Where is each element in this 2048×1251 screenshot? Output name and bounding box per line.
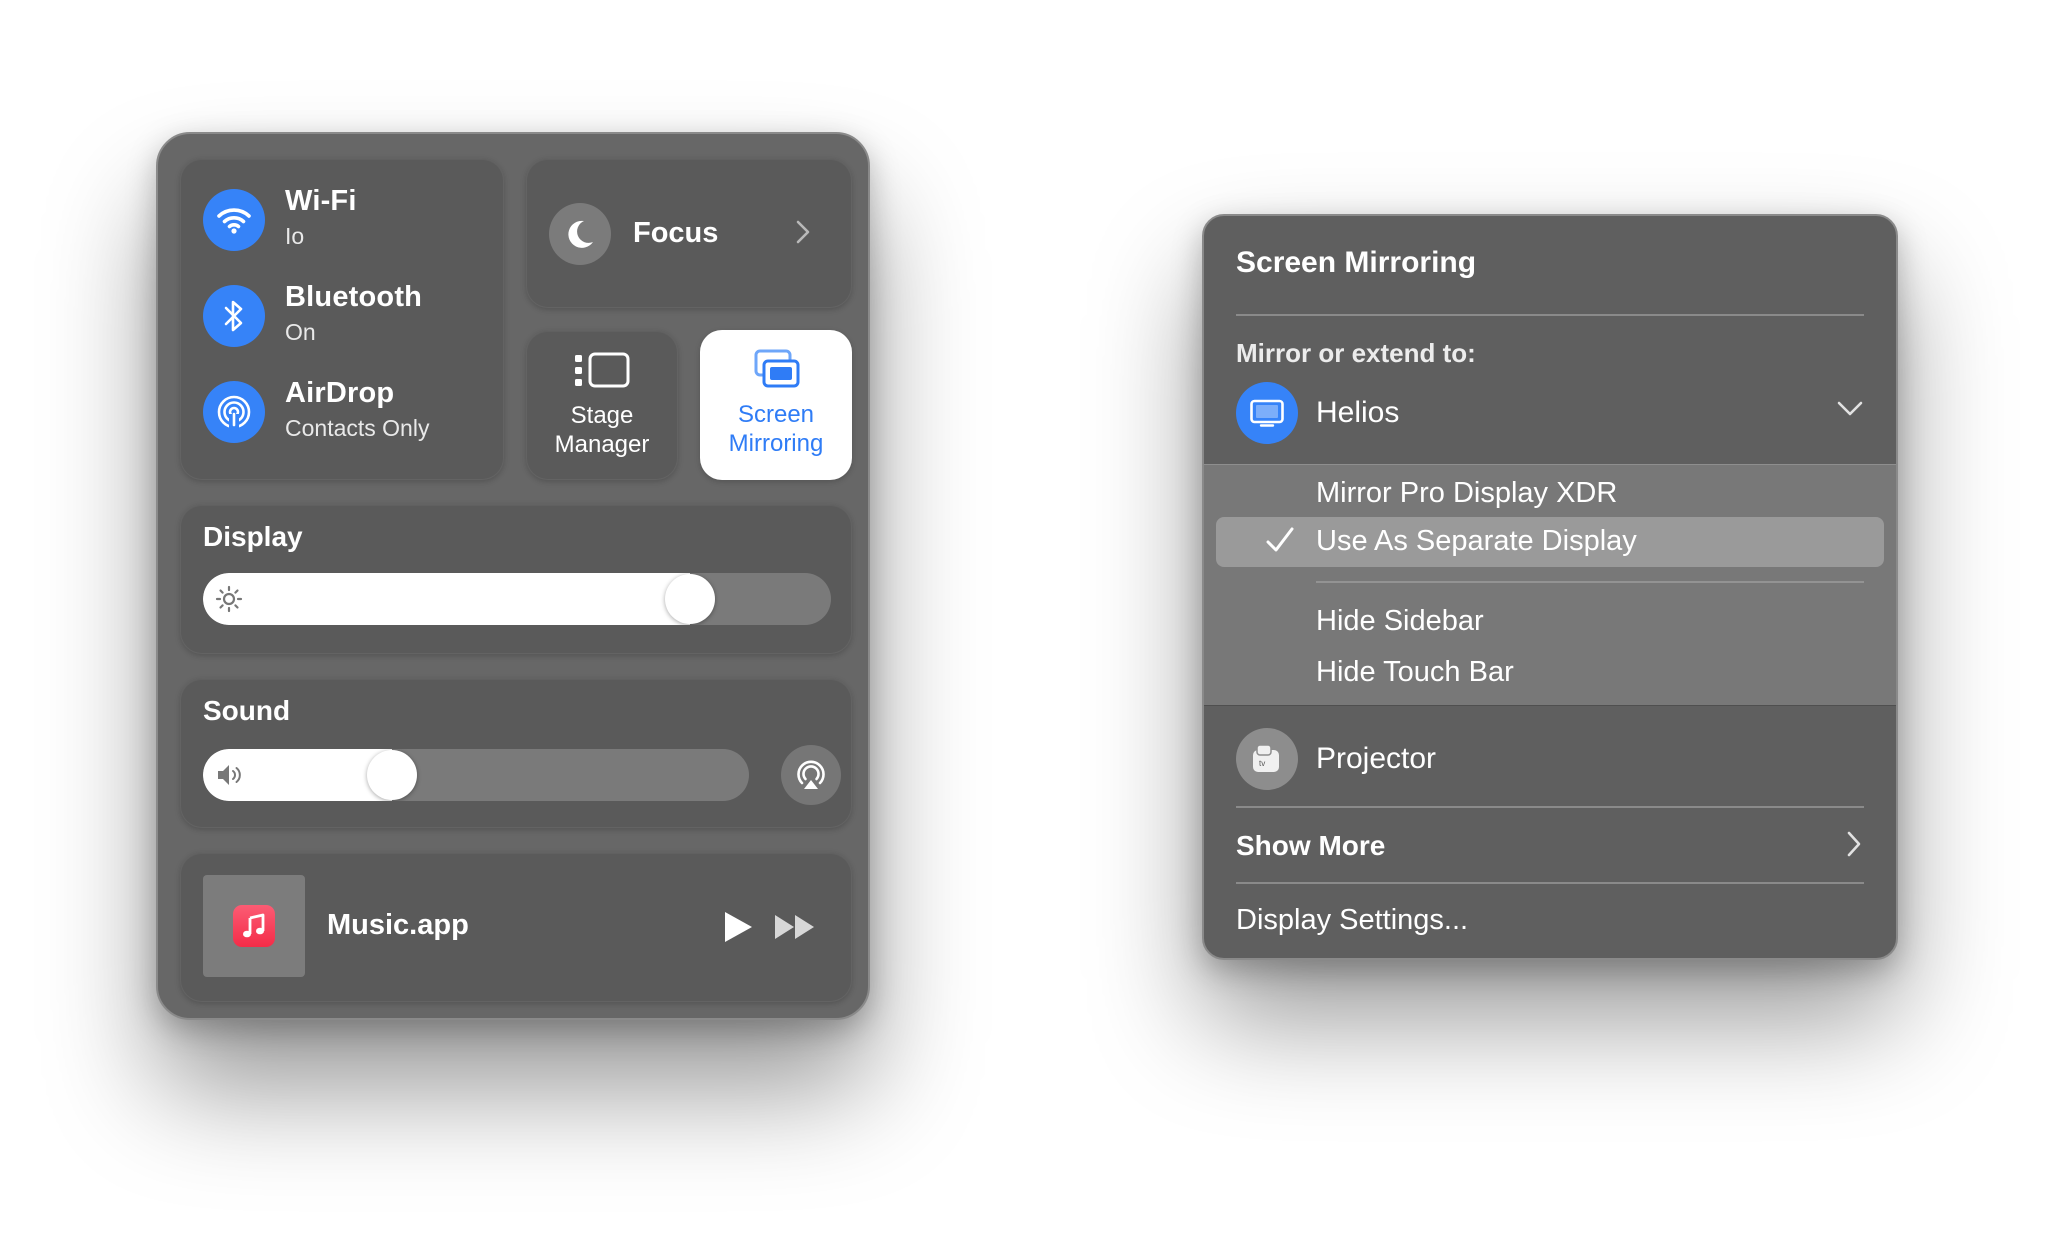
stage-manager-icon bbox=[573, 349, 633, 398]
wifi-icon bbox=[203, 189, 265, 251]
device-row-projector[interactable]: tv Projector bbox=[1236, 728, 1864, 790]
connectivity-tile: Wi-Fi Io Bluetooth On AirDrop Contacts O… bbox=[180, 158, 504, 480]
sound-label: Sound bbox=[203, 695, 291, 726]
sound-tile: Sound bbox=[180, 678, 852, 828]
device-row-helios[interactable]: Helios bbox=[1236, 382, 1864, 444]
volume-slider-knob[interactable] bbox=[367, 750, 417, 800]
control-center-panel: Wi-Fi Io Bluetooth On AirDrop Contacts O… bbox=[156, 132, 870, 1020]
bluetooth-icon bbox=[203, 285, 265, 347]
stage-manager-label-line1: Stage bbox=[570, 402, 634, 429]
airdrop-icon bbox=[203, 381, 265, 443]
divider bbox=[1316, 581, 1864, 583]
bluetooth-status: On bbox=[285, 319, 316, 345]
volume-slider[interactable] bbox=[203, 749, 749, 801]
display-icon bbox=[1236, 382, 1298, 444]
divider bbox=[1236, 806, 1864, 808]
wifi-title: Wi-Fi bbox=[285, 185, 357, 217]
bluetooth-title: Bluetooth bbox=[285, 281, 423, 313]
show-more-item[interactable]: Show More bbox=[1236, 830, 1385, 862]
fast-forward-button[interactable] bbox=[773, 911, 817, 948]
svg-text:tv: tv bbox=[1259, 759, 1265, 768]
album-art bbox=[203, 875, 305, 977]
screen-mirroring-tile[interactable]: Screen Mirroring bbox=[700, 330, 852, 480]
option-mirror-display[interactable]: Mirror Pro Display XDR bbox=[1316, 477, 1617, 510]
device-name: Projector bbox=[1316, 742, 1437, 775]
now-playing-title: Music.app bbox=[327, 909, 469, 941]
option-use-as-separate-display-label: Use As Separate Display bbox=[1316, 525, 1637, 557]
airplay-audio-button[interactable] bbox=[781, 745, 841, 805]
screen-mirroring-label: Screen Mirroring bbox=[700, 400, 852, 458]
display-tile: Display bbox=[180, 504, 852, 654]
option-hide-touch-bar[interactable]: Hide Touch Bar bbox=[1316, 656, 1514, 689]
focus-tile[interactable]: Focus bbox=[526, 158, 852, 308]
option-use-as-separate-display[interactable]: Use As Separate Display bbox=[1216, 517, 1884, 567]
menu-subheading: Mirror or extend to: bbox=[1236, 338, 1476, 368]
now-playing-tile[interactable]: Music.app bbox=[180, 852, 852, 1002]
play-button[interactable] bbox=[721, 909, 755, 950]
sun-icon bbox=[215, 585, 243, 618]
airdrop-title: AirDrop bbox=[285, 377, 395, 409]
wifi-toggle[interactable]: Wi-Fi Io bbox=[203, 177, 493, 257]
airdrop-status: Contacts Only bbox=[285, 415, 430, 441]
screen-mirroring-label-line2: Mirroring bbox=[728, 430, 824, 457]
brightness-slider-fill bbox=[203, 573, 690, 625]
display-options-submenu: Mirror Pro Display XDR Use As Separate D… bbox=[1204, 464, 1896, 706]
moon-icon bbox=[549, 203, 611, 265]
display-label: Display bbox=[203, 521, 303, 552]
fast-forward-icon bbox=[775, 915, 814, 939]
apple-tv-icon: tv bbox=[1236, 728, 1298, 790]
menu-title: Screen Mirroring bbox=[1236, 246, 1477, 279]
brightness-slider-knob[interactable] bbox=[665, 574, 715, 624]
play-icon bbox=[725, 912, 752, 942]
chevron-right-icon bbox=[795, 219, 811, 250]
screen-mirroring-menu: Screen Mirroring Mirror or extend to: He… bbox=[1202, 214, 1898, 960]
screen-mirroring-label-line1: Screen bbox=[737, 401, 815, 428]
screen-mirroring-icon bbox=[746, 348, 806, 397]
divider bbox=[1236, 882, 1864, 884]
wifi-network-name: Io bbox=[285, 223, 305, 249]
stage-manager-label-line2: Manager bbox=[554, 431, 650, 458]
airdrop-toggle[interactable]: AirDrop Contacts Only bbox=[203, 369, 493, 449]
speaker-icon bbox=[215, 761, 247, 794]
option-hide-sidebar[interactable]: Hide Sidebar bbox=[1316, 605, 1484, 638]
airplay-audio-icon bbox=[797, 760, 825, 789]
stage-manager-label: Stage Manager bbox=[527, 401, 677, 459]
display-settings-item[interactable]: Display Settings... bbox=[1236, 904, 1468, 937]
bluetooth-toggle[interactable]: Bluetooth On bbox=[203, 273, 493, 353]
brightness-slider[interactable] bbox=[203, 573, 831, 625]
music-note-icon bbox=[233, 905, 275, 947]
chevron-right-icon[interactable] bbox=[1846, 830, 1862, 863]
chevron-down-icon[interactable] bbox=[1836, 400, 1864, 423]
stage-manager-tile[interactable]: Stage Manager bbox=[526, 330, 678, 480]
focus-label: Focus bbox=[633, 217, 719, 249]
device-name: Helios bbox=[1316, 396, 1400, 429]
checkmark-icon bbox=[1264, 525, 1296, 562]
divider bbox=[1236, 314, 1864, 316]
